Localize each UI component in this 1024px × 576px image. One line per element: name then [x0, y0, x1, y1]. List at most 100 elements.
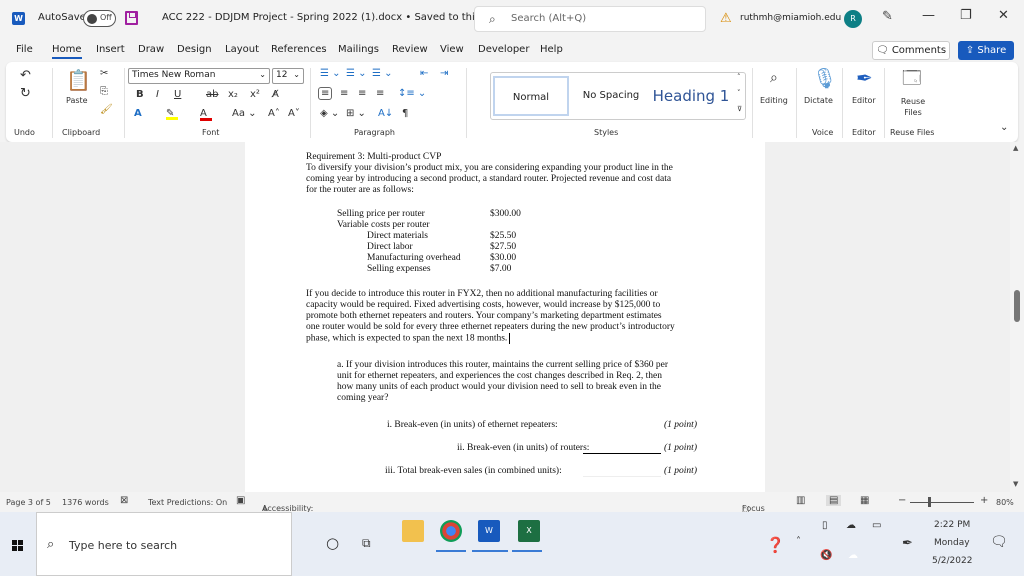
minimize-button[interactable]: — [922, 8, 935, 23]
italic-icon[interactable]: I [156, 89, 159, 100]
decrease-indent-icon[interactable]: ⇤ [420, 68, 428, 79]
tab-file[interactable]: File [16, 44, 33, 55]
multilevel-list-icon[interactable]: ☰ ⌄ [372, 68, 393, 79]
tab-references[interactable]: References [271, 44, 327, 55]
search-input[interactable]: ⌕ Search (Alt+Q) [474, 6, 706, 32]
styles-more-icon[interactable]: ⊽ [737, 105, 742, 113]
zoom-level[interactable]: 80% [996, 498, 1014, 507]
pen-workspace-icon[interactable]: ✒ [902, 536, 913, 551]
tab-developer[interactable]: Developer [478, 44, 529, 55]
display-settings-icon[interactable]: ▣ [236, 495, 245, 506]
windows-start-icon[interactable] [12, 540, 24, 552]
restore-button[interactable]: ❐ [960, 8, 972, 23]
answer-blank[interactable] [583, 476, 661, 477]
tab-review[interactable]: Review [392, 44, 428, 55]
clock-time[interactable]: 2:22 PM [934, 520, 970, 530]
format-painter-icon[interactable]: 🖌 [100, 104, 113, 115]
task-view-icon[interactable]: ⧉ [362, 536, 371, 551]
paste-label[interactable]: Paste [66, 96, 88, 105]
clock-day[interactable]: Monday [934, 538, 970, 548]
align-center-icon[interactable]: ≡ [340, 88, 348, 99]
answer-blank[interactable] [583, 453, 661, 454]
close-button[interactable]: ✕ [998, 8, 1009, 23]
cortana-icon[interactable]: ○ [326, 534, 339, 552]
zoom-in-button[interactable]: + [980, 495, 988, 506]
word-count[interactable]: 1376 words [62, 498, 109, 507]
sort-icon[interactable]: A↓ [378, 108, 393, 119]
taskbar-search-input[interactable]: ⌕ Type here to search [36, 512, 292, 576]
tab-draw[interactable]: Draw [138, 44, 164, 55]
onedrive-error-icon[interactable]: ☁ [846, 520, 856, 531]
text-effects-icon[interactable]: A [134, 108, 142, 119]
styles-scroll-down-icon[interactable]: ˅ [737, 89, 741, 97]
autosave-toggle[interactable]: Off [83, 10, 116, 27]
reuse-files-button[interactable]: Reuse Files [898, 96, 928, 118]
tab-view[interactable]: View [440, 44, 464, 55]
style-no-spacing[interactable]: No Spacing [573, 76, 649, 116]
clear-formatting-icon[interactable]: A̸ [272, 89, 279, 100]
cut-icon[interactable]: ✂ [100, 68, 108, 79]
show-hidden-icons-chevron[interactable]: ˄ [796, 536, 801, 547]
superscript-icon[interactable]: x² [250, 89, 260, 100]
borders-icon[interactable]: ⊞ ⌄ [346, 108, 366, 119]
warning-icon[interactable]: ⚠ [720, 11, 732, 26]
tab-layout[interactable]: Layout [225, 44, 259, 55]
read-mode-icon[interactable]: ▥ [796, 495, 805, 506]
cloud-icon[interactable]: ☁ [848, 550, 858, 561]
grow-font-icon[interactable]: A˄ [268, 108, 280, 119]
scrollbar-thumb[interactable] [1014, 290, 1020, 322]
font-size-select[interactable]: 12 ⌄ [272, 68, 304, 84]
paste-icon[interactable]: 📋 [66, 68, 91, 92]
justify-icon[interactable]: ≡ [376, 88, 384, 99]
proofing-icon[interactable]: ⊠ [120, 495, 128, 506]
scroll-up-icon[interactable]: ▲ [1013, 144, 1018, 152]
dictate-button[interactable]: Dictate [804, 96, 833, 105]
tab-home[interactable]: Home [52, 44, 82, 59]
font-color-icon[interactable]: A [200, 108, 212, 121]
editor-pen-icon[interactable]: ✒ [856, 66, 873, 90]
page-count[interactable]: Page 3 of 5 [6, 498, 51, 507]
comments-button[interactable]: 🗨 Comments [872, 41, 950, 60]
zoom-slider-thumb[interactable] [928, 497, 931, 507]
zoom-out-button[interactable]: − [898, 495, 906, 506]
editing-button[interactable]: Editing [760, 96, 788, 105]
answer-blank[interactable] [585, 431, 697, 432]
tab-mailings[interactable]: Mailings [338, 44, 379, 55]
collapse-ribbon-icon[interactable]: ⌄ [1000, 122, 1008, 133]
tab-insert[interactable]: Insert [96, 44, 125, 55]
highlight-icon[interactable]: ✎ [166, 108, 178, 120]
reuse-files-icon[interactable]: 🗔 [902, 66, 922, 96]
bullets-icon[interactable]: ☰ ⌄ [320, 68, 341, 79]
shading-icon[interactable]: ◈ ⌄ [320, 108, 339, 119]
help-icon[interactable]: ❓ [766, 536, 785, 554]
web-layout-icon[interactable]: ▦ [860, 495, 869, 506]
battery-icon[interactable]: ▭ [872, 520, 881, 531]
redo-icon[interactable]: ↻ [20, 86, 31, 101]
styles-scroll-up-icon[interactable]: ˄ [737, 73, 741, 81]
numbering-icon[interactable]: ☰ ⌄ [346, 68, 367, 79]
change-case-icon[interactable]: Aa ⌄ [232, 108, 257, 119]
chrome-icon[interactable] [440, 520, 462, 542]
increase-indent-icon[interactable]: ⇥ [440, 68, 448, 79]
show-formatting-icon[interactable]: ¶ [402, 108, 408, 119]
document-title[interactable]: ACC 222 - DDJDM Project - Spring 2022 (1… [162, 12, 503, 23]
bold-icon[interactable]: B [136, 89, 144, 100]
tab-design[interactable]: Design [177, 44, 212, 55]
shrink-font-icon[interactable]: A˅ [288, 108, 300, 119]
zoom-slider-track[interactable] [910, 502, 974, 503]
word-taskbar-icon[interactable]: W [478, 520, 500, 542]
strikethrough-icon[interactable]: ab [206, 89, 218, 100]
account-email[interactable]: ruthmh@miamioh.edu [740, 13, 841, 23]
save-icon[interactable] [125, 11, 138, 25]
vertical-scrollbar[interactable]: ▲ ▼ [1010, 142, 1024, 492]
editor-button[interactable]: Editor [852, 96, 876, 105]
line-spacing-icon[interactable]: ↕≡ ⌄ [398, 88, 426, 99]
style-heading-1[interactable]: Heading 1 [651, 76, 731, 116]
document-page[interactable]: Requirement 3: Multi-product CVP To dive… [245, 142, 765, 492]
avatar[interactable]: R [844, 10, 862, 28]
clock-date[interactable]: 5/2/2022 [932, 556, 972, 566]
align-left-icon[interactable]: ≡ [318, 87, 333, 100]
share-button[interactable]: ⇪ Share [958, 41, 1014, 60]
text-predictions[interactable]: Text Predictions: On [148, 498, 227, 507]
file-explorer-icon[interactable] [402, 520, 424, 542]
